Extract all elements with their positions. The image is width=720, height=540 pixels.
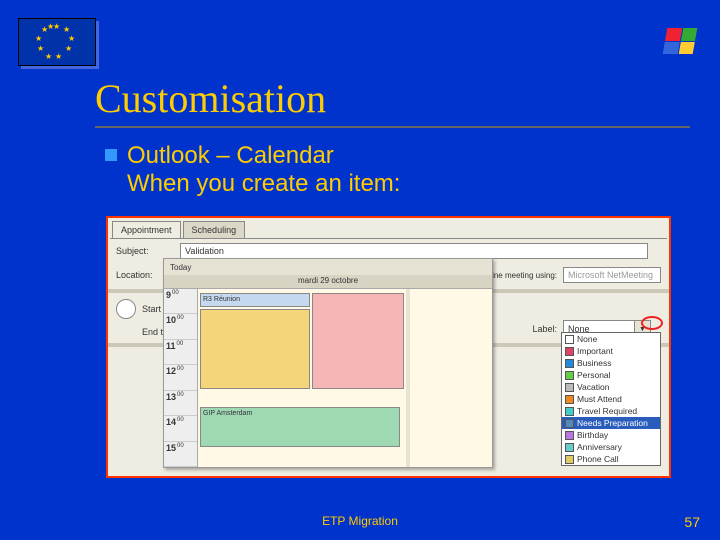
clock-icon <box>116 299 136 319</box>
category-item[interactable]: Vacation <box>562 381 660 393</box>
calendar-grid[interactable]: R3 Réunion GIP Amsterdam <box>198 289 492 467</box>
subject-input[interactable]: Validation <box>180 243 648 259</box>
online-provider-field[interactable]: Microsoft NetMeeting <box>563 267 661 283</box>
windows-logo-icon <box>663 28 698 54</box>
category-item[interactable]: None <box>562 333 660 345</box>
slide-title: Customisation <box>95 75 690 128</box>
event-3[interactable] <box>200 309 310 389</box>
appointment-form-screenshot: Appointment Scheduling Subject: Validati… <box>106 216 671 478</box>
category-item[interactable]: Must Attend <box>562 393 660 405</box>
bullet-icon <box>105 149 117 161</box>
category-item[interactable]: Personal <box>562 369 660 381</box>
eu-flag-logo: ★★ ★★ ★★ ★★ ★★ <box>18 18 96 66</box>
page-number: 57 <box>684 514 700 530</box>
subject-label: Subject: <box>116 246 174 256</box>
event-4[interactable]: GIP Amsterdam <box>200 407 400 447</box>
event-1[interactable]: R3 Réunion <box>200 293 310 307</box>
bullet-text: Outlook – Calendar When you create an it… <box>105 142 400 198</box>
label-label: Label: <box>532 324 557 334</box>
highlight-circle <box>641 316 663 330</box>
category-item[interactable]: Business <box>562 357 660 369</box>
slide-footer: ETP Migration <box>0 514 720 528</box>
category-item[interactable]: Birthday <box>562 429 660 441</box>
label-category-list[interactable]: NoneImportantBusinessPersonalVacationMus… <box>561 332 661 466</box>
tab-appointment[interactable]: Appointment <box>112 221 181 238</box>
category-item[interactable]: Anniversary <box>562 441 660 453</box>
tab-scheduling[interactable]: Scheduling <box>183 221 246 238</box>
cal-day-header: mardi 29 octobre <box>164 275 492 289</box>
cal-toolbar-today[interactable]: Today <box>170 263 191 272</box>
category-item[interactable]: Phone Call <box>562 453 660 465</box>
category-item[interactable]: Needs Preparation <box>562 417 660 429</box>
category-item[interactable]: Travel Required <box>562 405 660 417</box>
event-2[interactable] <box>312 293 404 389</box>
calendar-day-view: Today mardi 29 octobre 90010001100120013… <box>163 258 493 468</box>
category-item[interactable]: Important <box>562 345 660 357</box>
hour-gutter: 900100011001200130014001500 <box>164 289 198 467</box>
